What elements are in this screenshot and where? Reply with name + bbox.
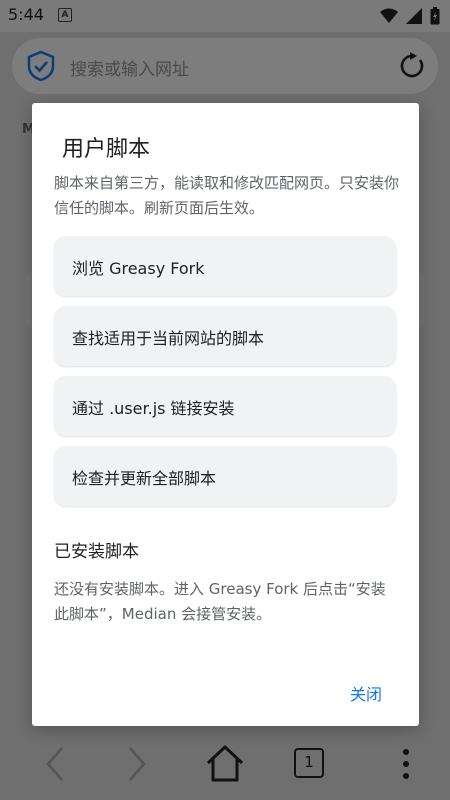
status-icons	[380, 6, 440, 26]
close-button[interactable]: 关闭	[350, 681, 382, 705]
signal-icon	[406, 8, 422, 24]
button-label: 查找适用于当前网站的脚本	[72, 329, 265, 348]
wifi-icon	[380, 8, 398, 23]
installed-scripts-empty-message: 还没有安装脚本。进入 Greasy Fork 后点击“安装此脚本”，Median…	[54, 580, 386, 623]
status-bar: 5:44 A	[0, 0, 450, 32]
shield-icon	[27, 50, 55, 82]
button-label: 浏览 Greasy Fork	[72, 259, 205, 278]
button-label: 通过 .user.js 链接安装	[72, 399, 235, 418]
battery-icon	[430, 7, 440, 25]
more-menu-icon[interactable]	[388, 746, 424, 782]
forward-icon[interactable]	[118, 746, 154, 782]
tabs-counter-button[interactable]: 1	[294, 748, 324, 778]
dialog-description: 脚本来自第三方，能读取和修改匹配网页。只安装你信任的脚本。刷新页面后生效。	[54, 174, 400, 217]
bottom-toolbar: 1	[0, 728, 450, 800]
userscripts-dialog: 用户脚本 脚本来自第三方，能读取和修改匹配网页。只安装你信任的脚本。刷新页面后生…	[32, 103, 419, 726]
address-bar[interactable]: 搜索或输入网址	[12, 38, 438, 94]
installed-scripts-heading: 已安装脚本	[54, 542, 139, 562]
home-icon[interactable]	[205, 744, 245, 784]
install-from-link-button[interactable]: 通过 .user.js 链接安装	[54, 376, 396, 436]
reload-icon[interactable]	[398, 52, 426, 80]
notification-a-icon: A	[58, 8, 72, 22]
back-icon[interactable]	[38, 746, 74, 782]
dialog-title: 用户脚本	[62, 137, 151, 162]
find-site-scripts-button[interactable]: 查找适用于当前网站的脚本	[54, 306, 396, 366]
status-time: 5:44	[8, 5, 44, 24]
button-label: 检查并更新全部脚本	[72, 469, 217, 488]
update-all-scripts-button[interactable]: 检查并更新全部脚本	[54, 446, 396, 506]
browse-greasyfork-button[interactable]: 浏览 Greasy Fork	[54, 236, 396, 296]
address-placeholder: 搜索或输入网址	[70, 60, 189, 80]
